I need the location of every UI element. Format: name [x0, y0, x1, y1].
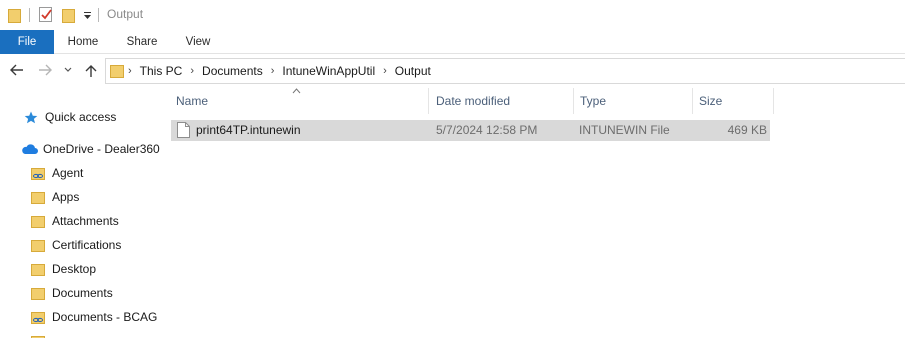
nav-label: Quick access: [45, 110, 117, 124]
nav-label: Documents: [52, 286, 113, 300]
nav-folder-agent[interactable]: Agent: [31, 162, 83, 184]
chevron-right-icon: ›: [128, 65, 132, 77]
nav-label: Agent: [52, 166, 84, 180]
column-header-type[interactable]: Type: [574, 88, 693, 114]
column-divider[interactable]: [773, 88, 774, 114]
nav-onedrive[interactable]: OneDrive - Dealer360: [21, 138, 160, 160]
nav-label: Desktop: [52, 262, 97, 276]
breadcrumb: › This PC › Documents › IntuneWinAppUtil…: [128, 59, 431, 83]
nav-folder-attachments[interactable]: Attachments: [31, 210, 119, 232]
breadcrumb-intunewinapputil[interactable]: IntuneWinAppUtil: [282, 64, 375, 78]
chevron-right-icon[interactable]: ›: [383, 65, 387, 77]
file-row[interactable]: print64TP.intunewin 5/7/2024 12:58 PM IN…: [171, 120, 770, 141]
shared-folder-icon: [31, 311, 45, 324]
column-header-size[interactable]: Size: [693, 88, 773, 114]
shared-folder-icon: [31, 167, 45, 180]
file-date-modified: 5/7/2024 12:58 PM: [436, 123, 538, 137]
folder-icon: [31, 263, 45, 276]
file-size: 469 KB: [727, 123, 767, 137]
cloud-icon: [21, 143, 38, 155]
column-header-name[interactable]: Name: [170, 88, 428, 114]
column-headers: Name Date modified Type Size: [170, 88, 775, 114]
folder-icon: [31, 215, 45, 228]
folder-icon: [31, 191, 45, 204]
file-icon: [177, 122, 190, 138]
separator: [98, 8, 99, 22]
folder-icon: [31, 239, 45, 252]
tab-share[interactable]: Share: [120, 30, 164, 54]
nav-folder-partial[interactable]: [31, 330, 52, 338]
file-name: print64TP.intunewin: [196, 123, 301, 137]
column-header-date-modified[interactable]: Date modified: [430, 88, 573, 114]
nav-folder-desktop[interactable]: Desktop: [31, 258, 96, 280]
tab-view[interactable]: View: [178, 30, 218, 54]
navigation-bar: › This PC › Documents › IntuneWinAppUtil…: [0, 56, 905, 86]
new-folder-icon[interactable]: [62, 7, 75, 23]
chevron-right-icon[interactable]: ›: [271, 65, 275, 77]
window-title: Output: [107, 7, 144, 21]
breadcrumb-output[interactable]: Output: [395, 64, 431, 78]
up-arrow-icon[interactable]: [82, 63, 100, 79]
recent-locations-chevron-icon[interactable]: [62, 63, 74, 79]
folder-icon: [31, 287, 45, 300]
nav-label: Apps: [52, 190, 80, 204]
breadcrumb-documents[interactable]: Documents: [202, 64, 263, 78]
forward-arrow-icon[interactable]: [36, 63, 54, 79]
back-arrow-icon[interactable]: [8, 63, 26, 79]
customize-toolbar-icon[interactable]: [83, 9, 92, 21]
properties-icon[interactable]: [39, 7, 54, 23]
star-icon: [24, 111, 38, 124]
breadcrumb-this-pc[interactable]: This PC: [140, 64, 183, 78]
address-bar[interactable]: › This PC › Documents › IntuneWinAppUtil…: [105, 58, 905, 84]
title-bar: Output: [0, 0, 905, 30]
column-divider[interactable]: [428, 88, 429, 114]
nav-quick-access[interactable]: Quick access: [24, 106, 116, 128]
chevron-right-icon[interactable]: ›: [190, 65, 194, 77]
navigation-pane: Quick access OneDrive - Dealer360 Agent …: [0, 86, 160, 338]
nav-label: Documents - BCAG: [52, 310, 158, 324]
tab-home[interactable]: Home: [62, 30, 104, 54]
folder-icon: [8, 7, 21, 23]
ribbon-tabs: File Home Share View: [0, 30, 905, 54]
separator: [29, 8, 30, 22]
nav-label: Attachments: [52, 214, 119, 228]
nav-folder-documents[interactable]: Documents: [31, 282, 113, 304]
file-type: INTUNEWIN File: [579, 123, 670, 137]
folder-icon: [110, 64, 124, 78]
nav-folder-apps[interactable]: Apps: [31, 186, 79, 208]
nav-label: Certifications: [52, 238, 122, 252]
nav-folder-documents-bcag[interactable]: Documents - BCAG: [31, 306, 157, 328]
tab-file[interactable]: File: [0, 30, 54, 54]
nav-folder-certifications[interactable]: Certifications: [31, 234, 121, 256]
nav-label: OneDrive - Dealer360: [43, 142, 160, 156]
